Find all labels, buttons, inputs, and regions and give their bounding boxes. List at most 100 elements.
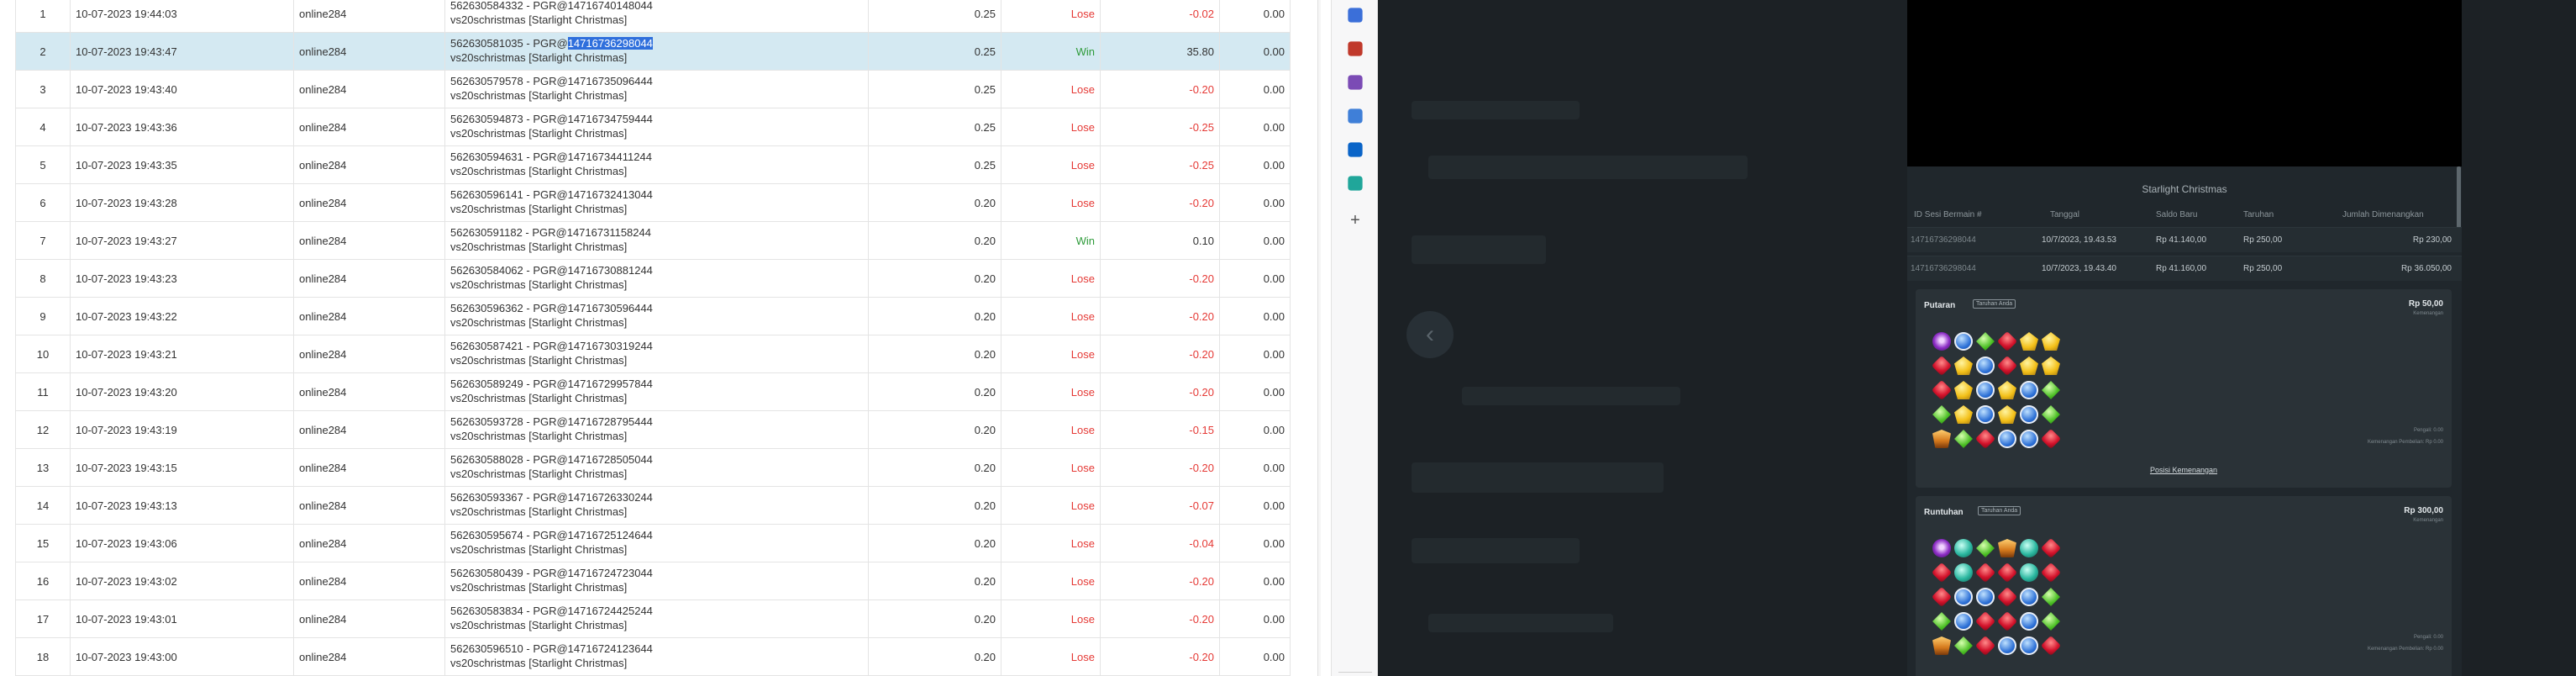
spin-sub: Kemenangan [2413, 311, 2443, 316]
winning-position-link[interactable]: Posisi Kemenangan [1916, 466, 2452, 474]
table-row[interactable]: 18 10-07-2023 19:43:00 online284 5626305… [15, 638, 1291, 676]
blue-gem-icon [1976, 588, 1995, 606]
cell-date: 10-07-2023 19:43:15 [71, 449, 294, 487]
ref-id: 562630595674 - PGR@14716725124644 [450, 529, 653, 541]
table-row[interactable]: 8 10-07-2023 19:43:23 online284 56263058… [15, 260, 1291, 298]
screen: 1 10-07-2023 19:44:03 online284 56263058… [0, 0, 2576, 676]
cell-winlose: -0.20 [1101, 335, 1220, 373]
table-row[interactable]: 9 10-07-2023 19:43:22 online284 56263059… [15, 298, 1291, 335]
ref-game: vs20schristmas [Starlight Christmas] [450, 316, 628, 329]
table-row[interactable]: 12 10-07-2023 19:43:19 online284 5626305… [15, 411, 1291, 449]
green-gem-icon [1954, 430, 1973, 448]
spin-card: Runtuhan Taruhan Anda Rp 300,00 Kemenang… [1916, 496, 2452, 676]
table-row[interactable]: 16 10-07-2023 19:43:02 online284 5626305… [15, 562, 1291, 600]
table-row[interactable]: 15 10-07-2023 19:43:06 online284 5626305… [15, 525, 1291, 562]
ref-game: vs20schristmas [Starlight Christmas] [450, 354, 628, 367]
table-row[interactable]: 5 10-07-2023 19:43:35 online284 56263059… [15, 146, 1291, 184]
briefcase-icon[interactable] [1348, 41, 1363, 56]
cell-balance: 0.00 [1220, 146, 1291, 184]
selected-text: 14716736298044 [567, 37, 653, 50]
spin-card: Putaran Taruhan Anda Rp 50,00 Kemenangan… [1916, 289, 2452, 488]
history-won: Rp 230,00 [2412, 235, 2452, 245]
game-canvas[interactable] [1907, 0, 2462, 166]
ref-game: vs20schristmas [Starlight Christmas] [450, 467, 628, 480]
header-session-id: ID Sesi Bermain # [1914, 210, 1982, 219]
table-row[interactable]: 11 10-07-2023 19:43:20 online284 5626305… [15, 373, 1291, 411]
table-row[interactable]: 3 10-07-2023 19:43:40 online284 56263057… [15, 71, 1291, 108]
red-gem-icon [1974, 635, 1996, 657]
red-gem-icon [1974, 610, 1996, 632]
cell-date: 10-07-2023 19:43:47 [71, 33, 294, 71]
bet-badge: Taruhan Anda [1973, 299, 2016, 309]
history-row[interactable]: 14716736298044 10/7/2023, 19.43.53 Rp 41… [1907, 227, 2462, 252]
copilot-icon[interactable] [1348, 108, 1363, 124]
cell-result: Lose [1001, 562, 1101, 600]
green-gem-icon [1932, 405, 1951, 424]
green-gem-icon [1954, 636, 1973, 655]
table-row[interactable]: 17 10-07-2023 19:43:01 online284 5626305… [15, 600, 1291, 638]
symbol-grid [1931, 330, 2062, 452]
ref-id: 562630583834 - PGR@14716724425244 [450, 605, 653, 617]
table-row[interactable]: 13 10-07-2023 19:43:15 online284 5626305… [15, 449, 1291, 487]
cell-date: 10-07-2023 19:43:35 [71, 146, 294, 184]
history-row[interactable]: 14716736298044 10/7/2023, 19.43.40 Rp 41… [1907, 256, 2462, 281]
cell-bet: 0.20 [869, 184, 1001, 222]
blue-gem-icon [2020, 381, 2038, 399]
history-balance: Rp 41.140,00 [2156, 235, 2207, 245]
table-row[interactable]: 14 10-07-2023 19:43:13 online284 5626305… [15, 487, 1291, 525]
table-row[interactable]: 2 10-07-2023 19:43:47 online284 56263058… [15, 33, 1291, 71]
yellow-gem-icon [2042, 332, 2060, 351]
send-icon[interactable] [1348, 176, 1363, 191]
tag-icon[interactable] [1348, 8, 1363, 23]
cell-winlose: -0.20 [1101, 260, 1220, 298]
table-row[interactable]: 6 10-07-2023 19:43:28 online284 56263059… [15, 184, 1291, 222]
blue-gem-icon [2020, 636, 2038, 655]
red-gem-icon [2040, 537, 2062, 559]
vertical-scrollbar[interactable] [1317, 0, 1321, 676]
blue-gem-icon [1976, 405, 1995, 424]
purple-gem-icon [1932, 539, 1951, 557]
history-session-id: 14716736298044 [1911, 235, 1976, 245]
cell-bet: 0.25 [869, 0, 1001, 33]
ref-game: vs20schristmas [Starlight Christmas] [450, 127, 628, 140]
cell-result: Lose [1001, 373, 1101, 411]
cell-balance: 0.00 [1220, 260, 1291, 298]
outlook-icon[interactable] [1348, 142, 1363, 157]
back-arrow-icon[interactable]: ‹ [1406, 311, 1454, 358]
table-row[interactable]: 4 10-07-2023 19:43:36 online284 56263059… [15, 108, 1291, 146]
ref-id: 562630596141 - PGR@14716732413044 [450, 188, 653, 201]
cell-bet: 0.20 [869, 638, 1001, 676]
cell-reference: 562630583834 - PGR@14716724425244 vs20sc… [445, 600, 869, 638]
cell-result: Lose [1001, 260, 1101, 298]
cell-result: Lose [1001, 600, 1101, 638]
cell-date: 10-07-2023 19:43:22 [71, 298, 294, 335]
cell-no: 17 [15, 600, 71, 638]
cell-result: Lose [1001, 0, 1101, 33]
cell-bet: 0.25 [869, 33, 1001, 71]
cell-balance: 0.00 [1220, 33, 1291, 71]
table-row[interactable]: 1 10-07-2023 19:44:03 online284 56263058… [15, 0, 1291, 33]
cell-result: Lose [1001, 487, 1101, 525]
cell-reference: 562630579578 - PGR@14716735096444 vs20sc… [445, 71, 869, 108]
chess-pieces-icon[interactable] [1348, 75, 1363, 90]
add-icon[interactable]: + [1345, 210, 1365, 230]
cell-balance: 0.00 [1220, 108, 1291, 146]
ghost-element [1412, 462, 1664, 493]
cell-date: 10-07-2023 19:43:13 [71, 487, 294, 525]
blue-gem-icon [2020, 430, 2038, 448]
ref-id: 562630594631 - PGR@14716734411244 [450, 151, 652, 163]
cell-no: 5 [15, 146, 71, 184]
cell-result: Lose [1001, 71, 1101, 108]
ref-game: vs20schristmas [Starlight Christmas] [450, 89, 628, 102]
ref-game: vs20schristmas [Starlight Christmas] [450, 657, 628, 669]
cell-no: 12 [15, 411, 71, 449]
cell-bet: 0.20 [869, 411, 1001, 449]
green-gem-icon [1932, 612, 1951, 631]
cell-balance: 0.00 [1220, 525, 1291, 562]
table-row[interactable]: 7 10-07-2023 19:43:27 online284 56263059… [15, 222, 1291, 260]
ref-id: 562630593367 - PGR@14716726330244 [450, 491, 653, 504]
blue-gem-icon [1954, 588, 1973, 606]
game-history-panel: Starlight Christmas ID Sesi Bermain # Ta… [1907, 166, 2462, 676]
table-row[interactable]: 10 10-07-2023 19:43:21 online284 5626305… [15, 335, 1291, 373]
cell-balance: 0.00 [1220, 411, 1291, 449]
